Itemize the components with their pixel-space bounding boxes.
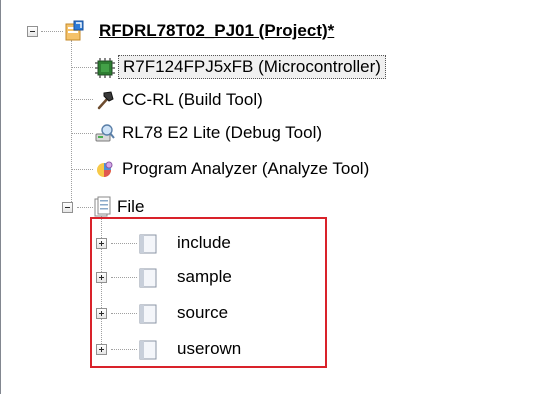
- build-tool-icon: [95, 90, 115, 110]
- project-icon: [65, 20, 85, 41]
- tree-node-microcontroller[interactable]: R7F124FPJ5xFB (Microcontroller): [93, 55, 533, 79]
- analyze-tool-icon: [95, 159, 115, 179]
- tree-line: [71, 133, 93, 134]
- tree-node-build-tool[interactable]: CC-RL (Build Tool): [93, 88, 393, 112]
- debug-tool-icon: [95, 123, 115, 143]
- debug-tool-label: RL78 E2 Lite (Debug Tool): [122, 123, 323, 142]
- tree-node-project[interactable]: RFDRL78T02_PJ01 (Project)*: [25, 19, 445, 43]
- highlight-box: [90, 217, 327, 368]
- microcontroller-icon: [95, 58, 115, 78]
- project-tree: RFDRL78T02_PJ01 (Project)* R7F124FPJ5xFB…: [0, 0, 545, 394]
- tree-node-debug-tool[interactable]: RL78 E2 Lite (Debug Tool): [93, 121, 423, 145]
- project-label: RFDRL78T02_PJ01 (Project)*: [99, 21, 335, 40]
- microcontroller-label: R7F124FPJ5xFB (Microcontroller): [118, 55, 386, 79]
- tree-line: [71, 169, 93, 170]
- analyze-tool-label: Program Analyzer (Analyze Tool): [122, 159, 370, 178]
- collapse-toggle[interactable]: [62, 202, 73, 213]
- tree-node-file[interactable]: File: [62, 195, 213, 219]
- tree-node-analyze-tool[interactable]: Program Analyzer (Analyze Tool): [93, 157, 503, 181]
- collapse-toggle[interactable]: [27, 26, 38, 37]
- tree-line: [71, 40, 72, 208]
- file-label: File: [117, 197, 145, 216]
- build-tool-label: CC-RL (Build Tool): [122, 90, 263, 109]
- tree-line: [71, 67, 93, 68]
- tree-line: [71, 99, 93, 100]
- file-folder-icon: [93, 196, 113, 217]
